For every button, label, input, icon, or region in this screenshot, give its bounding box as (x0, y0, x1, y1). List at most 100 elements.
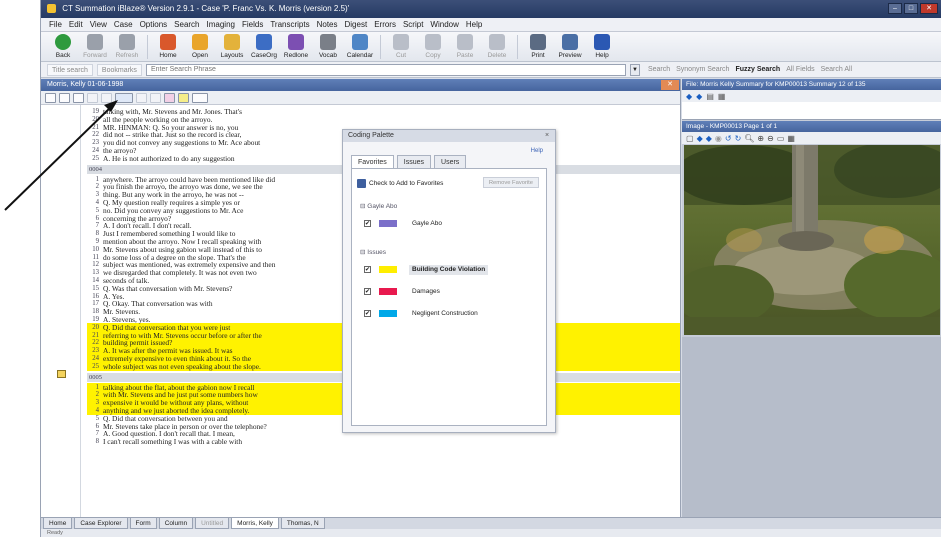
menu-item-edit[interactable]: Edit (69, 20, 83, 29)
maximize-button[interactable]: □ (904, 3, 918, 14)
layouts-button[interactable]: Layouts (218, 32, 246, 62)
title-bar[interactable]: CT Summation iBlaze® Version 2.9.1 - Cas… (41, 0, 941, 18)
transcript-tool-icon[interactable] (73, 92, 84, 103)
delete-button[interactable]: Delete (483, 32, 511, 62)
vocab-button[interactable]: Vocab (314, 32, 342, 62)
copy-icon (425, 34, 441, 50)
image-nav-icon[interactable]: ▢ (686, 134, 694, 143)
search-all-button[interactable]: Search All (821, 66, 853, 73)
palette-item[interactable]: ✔ Building Code Violation (364, 264, 540, 275)
coding-palette-icon[interactable] (115, 92, 133, 103)
print-image-icon[interactable]: ▦ (787, 134, 795, 143)
page-icon[interactable]: ▭ (777, 134, 785, 143)
palette-item[interactable]: ✔ Gayle Abo (364, 218, 540, 229)
tab-users[interactable]: Users (434, 155, 467, 168)
forward-button[interactable]: Forward (81, 32, 109, 62)
home-button[interactable]: Home (154, 32, 182, 62)
menu-item-file[interactable]: File (49, 20, 62, 29)
prev-summary-icon[interactable]: ◆ (686, 92, 692, 101)
copy-button[interactable]: Copy (419, 32, 447, 62)
remove-favorite-button[interactable]: Remove Favorite (482, 177, 539, 188)
summary-area[interactable] (682, 102, 941, 120)
palette-checkbox[interactable]: ✔ (364, 220, 371, 227)
highlight-icon[interactable] (178, 92, 189, 103)
search-dropdown-icon[interactable]: ▼ (629, 63, 640, 76)
title-search-chip[interactable]: Title search (47, 63, 93, 76)
next-hit-icon[interactable] (164, 92, 175, 103)
transcript-tool-icon[interactable] (101, 92, 112, 103)
bottom-tab[interactable]: Home (43, 518, 73, 529)
cut-button[interactable]: Cut (387, 32, 415, 62)
bookmarks-chip[interactable]: Bookmarks (96, 63, 142, 76)
menu-item-digest[interactable]: Digest (345, 20, 368, 29)
calendar-button[interactable]: Calendar (346, 32, 374, 62)
menu-item-help[interactable]: Help (466, 20, 482, 29)
bottom-tab[interactable]: Column (158, 518, 194, 529)
print-button[interactable]: Print (524, 32, 552, 62)
paste-button[interactable]: Paste (451, 32, 479, 62)
close-button[interactable]: ✕ (920, 3, 938, 14)
synonym-search-button[interactable]: Synonym Search (676, 66, 729, 73)
menu-item-case[interactable]: Case (114, 20, 133, 29)
refresh-button[interactable]: Refresh (113, 32, 141, 62)
palette-item[interactable]: ✔ Damages (364, 286, 540, 297)
caseorg-button[interactable]: CaseOrg (250, 32, 278, 62)
back-button[interactable]: Back (49, 32, 77, 62)
menu-item-search[interactable]: Search (174, 20, 199, 29)
menu-item-options[interactable]: Options (140, 20, 168, 29)
zoom-icon[interactable]: 🔍︎ (744, 134, 754, 143)
bottom-tab[interactable]: Case Explorer (74, 518, 128, 529)
search-button[interactable]: Search (648, 66, 670, 73)
palette-checkbox[interactable]: ✔ (364, 310, 371, 317)
rotate-right-icon[interactable]: ↻ (735, 134, 742, 143)
tab-issues[interactable]: Issues (396, 155, 432, 168)
next-summary-icon[interactable]: ◆ (696, 92, 702, 101)
menu-item-script[interactable]: Script (403, 20, 423, 29)
palette-content: Check to Add to Favorites Remove Favorit… (351, 168, 547, 426)
palette-item[interactable]: ✔ Negligent Construction (364, 308, 540, 319)
fuzzy-search-button[interactable]: Fuzzy Search (735, 66, 780, 73)
menu-item-fields[interactable]: Fields (242, 20, 263, 29)
menu-item-view[interactable]: View (90, 20, 107, 29)
transcript-tool-icon[interactable] (150, 92, 161, 103)
menu-item-transcripts[interactable]: Transcripts (270, 20, 309, 29)
search-input[interactable] (145, 63, 626, 76)
palette-title[interactable]: Coding Palette (343, 130, 555, 142)
prev-page-icon[interactable]: ◆ (697, 134, 703, 143)
zoom-out-icon[interactable]: ⊖ (767, 134, 774, 143)
bottom-tab[interactable]: Morris, Kelly (231, 518, 279, 529)
open-button[interactable]: Open (186, 32, 214, 62)
document-image[interactable] (684, 145, 940, 335)
palette-help-link[interactable]: Help (531, 148, 543, 154)
bottom-tab[interactable]: Untitled (195, 518, 230, 529)
menu-item-window[interactable]: Window (430, 20, 458, 29)
transcript-tool-icon[interactable] (136, 92, 147, 103)
menu-item-imaging[interactable]: Imaging (207, 20, 235, 29)
palette-checkbox[interactable]: ✔ (364, 266, 371, 273)
transcript-line[interactable]: I can't recall something I was with a ca… (99, 438, 680, 446)
bottom-tab[interactable]: Thomas, N (280, 518, 325, 529)
next-page-icon[interactable]: ◆ (706, 134, 712, 143)
palette-checkbox[interactable]: ✔ (364, 288, 371, 295)
transcript-close-button[interactable]: ✕ (661, 80, 679, 90)
summary-list-icon[interactable]: ▦ (718, 92, 726, 101)
tab-favorites[interactable]: Favorites (351, 155, 394, 168)
transcript-tool-icon[interactable] (45, 92, 56, 103)
transcript-tool-icon[interactable] (87, 92, 98, 103)
summary-doc-icon[interactable]: ▤ (706, 92, 714, 101)
all-fields-button[interactable]: All Fields (786, 66, 814, 73)
help-button[interactable]: Help (588, 32, 616, 62)
preview-button[interactable]: Preview (556, 32, 584, 62)
transcript-tool-icon[interactable] (192, 92, 208, 103)
menu-item-errors[interactable]: Errors (374, 20, 396, 29)
bottom-tab[interactable]: Form (129, 518, 157, 529)
transcript-tool-icon[interactable] (59, 92, 70, 103)
palette-close-icon[interactable]: × (543, 132, 551, 140)
rotate-left-icon[interactable]: ↺ (725, 134, 732, 143)
minimize-button[interactable]: – (888, 3, 902, 14)
note-icon[interactable] (57, 370, 66, 378)
menu-item-notes[interactable]: Notes (317, 20, 338, 29)
zoom-in-icon[interactable]: ⊕ (757, 134, 764, 143)
first-page-icon[interactable]: ◉ (715, 134, 722, 143)
redlone-button[interactable]: Redlone (282, 32, 310, 62)
